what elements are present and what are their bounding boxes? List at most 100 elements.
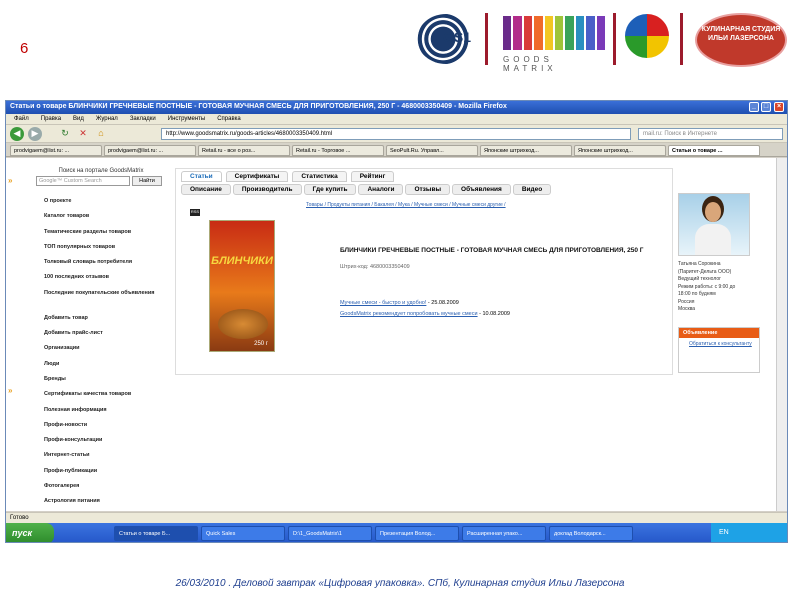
- taskbar-button[interactable]: Quick Sales: [201, 526, 285, 541]
- sidebar-item[interactable]: 100 последних отзывов: [36, 274, 166, 289]
- ad-box: Объявление Обратиться к консультанту: [678, 327, 760, 373]
- tab-rating[interactable]: Рейтинг: [350, 171, 395, 182]
- sidebar-item[interactable]: Профи-публикации: [36, 468, 166, 483]
- taskbar-button[interactable]: Статьи о товаре Б...: [114, 526, 198, 541]
- divider: [613, 13, 616, 65]
- close-button[interactable]: ×: [774, 102, 784, 112]
- taskbar-button[interactable]: D:\1_GoodsMatrix\1: [288, 526, 372, 541]
- sidebar-item[interactable]: ТОП популярных товаров: [36, 244, 166, 259]
- browser-tab[interactable]: Retail.ru - все о роз...: [198, 145, 290, 156]
- sidebar-item[interactable]: Интернет-статьи: [36, 452, 166, 467]
- menu-history[interactable]: Журнал: [96, 116, 118, 122]
- language-indicator[interactable]: EN: [719, 529, 729, 536]
- tab-statistics[interactable]: Статистика: [292, 171, 347, 182]
- color-bar: [513, 16, 522, 50]
- studio-logo: КУЛИНАРНАЯ СТУДИЯ ИЛЬИ ЛАЗЕРСОНА: [695, 13, 787, 67]
- sidebar-item[interactable]: Организации: [36, 345, 166, 360]
- maximize-button[interactable]: □: [761, 102, 771, 112]
- slide-footer: 26/03/2010 . Деловой завтрак «Цифровая у…: [175, 578, 625, 589]
- home-icon[interactable]: ⌂: [94, 127, 108, 141]
- sidebar-item[interactable]: Полезная информация: [36, 407, 166, 422]
- sidebar-item[interactable]: Фотогалерея: [36, 483, 166, 498]
- tab-analogs[interactable]: Аналоги: [358, 184, 404, 195]
- sidebar-search-input[interactable]: Google™ Custom Search: [36, 176, 130, 186]
- sidebar-item[interactable]: Добавить товар: [36, 315, 166, 330]
- tab-ads[interactable]: Объявления: [452, 184, 511, 195]
- system-tray: EN: [711, 523, 787, 542]
- page-content: » » Поиск на портале GoodsMatrix Google™…: [6, 158, 778, 511]
- start-button[interactable]: пуск: [6, 523, 54, 542]
- package-label: БЛИНЧИКИ: [211, 255, 273, 267]
- gs1-logo: GS1: [417, 14, 475, 64]
- expand-arrow-icon[interactable]: »: [8, 176, 12, 185]
- browser-tab[interactable]: Японские штрихкод...: [480, 145, 572, 156]
- reload-icon[interactable]: ↻: [58, 127, 72, 141]
- taskbar-button[interactable]: Расширенная упако...: [462, 526, 546, 541]
- taskbar: пуск Статьи о товаре Б... Quick Sales D:…: [6, 523, 787, 542]
- minimize-button[interactable]: _: [749, 102, 759, 112]
- expand-arrow-icon[interactable]: »: [8, 386, 12, 395]
- tab-description[interactable]: Описание: [181, 184, 231, 195]
- ad-title: Объявление: [679, 328, 759, 338]
- color-bar: [555, 16, 564, 50]
- menu-bar: Файл Правка Вид Журнал Закладки Инструме…: [6, 114, 787, 125]
- sidebar-search-title: Поиск на портале GoodsMatrix: [58, 168, 144, 174]
- window-title: Статьи о товаре БЛИНЧИКИ ГРЕЧНЕВЫЕ ПОСТН…: [10, 103, 507, 110]
- taskbar-button[interactable]: Презентация Волод...: [375, 526, 459, 541]
- taskbar-button[interactable]: доклад Володарск...: [549, 526, 633, 541]
- sidebar-item[interactable]: Тематические разделы товаров: [36, 229, 166, 244]
- menu-tools[interactable]: Инструменты: [168, 116, 205, 122]
- browser-tab-active[interactable]: Статьи о товаре ...: [668, 145, 760, 156]
- sidebar-item[interactable]: Сертификаты качества товаров: [36, 391, 166, 406]
- goods-matrix-text: GOODS MATRIX: [503, 55, 557, 73]
- tab-articles[interactable]: Статьи: [181, 171, 222, 182]
- sidebar-item[interactable]: О проекте: [36, 198, 166, 213]
- tab-reviews[interactable]: Отзывы: [405, 184, 451, 195]
- sidebar-item[interactable]: Каталог товаров: [36, 213, 166, 228]
- vertical-scrollbar[interactable]: [776, 158, 787, 511]
- menu-file[interactable]: Файл: [14, 116, 29, 122]
- consultant-line: Ведущий технолог: [678, 276, 721, 282]
- search-input[interactable]: mail.ru: Поиск в Интернете: [638, 128, 783, 140]
- url-input[interactable]: http://www.goodsmatrix.ru/goods-articles…: [161, 128, 631, 140]
- sidebar-item[interactable]: Профи-новости: [36, 422, 166, 437]
- menu-help[interactable]: Справка: [217, 116, 241, 122]
- article-link[interactable]: GoodsMatrix рекомендует попробовать мучн…: [340, 311, 478, 317]
- package-weight: 250 г: [254, 341, 268, 347]
- sidebar-item[interactable]: Добавить прайс-лист: [36, 330, 166, 345]
- forward-icon[interactable]: ▶: [28, 127, 42, 141]
- menu-bookmarks[interactable]: Закладки: [130, 116, 156, 122]
- tab-manufacturer[interactable]: Производитель: [232, 184, 302, 195]
- stop-icon[interactable]: ✕: [76, 127, 90, 141]
- sidebar-item[interactable]: Бренды: [36, 376, 166, 391]
- color-bar: [503, 16, 512, 50]
- sidebar-search-button[interactable]: Найти: [132, 176, 162, 186]
- sidebar-item[interactable]: Люди: [36, 361, 166, 376]
- color-bar: [544, 16, 554, 50]
- color-bar: [523, 16, 533, 50]
- breadcrumb[interactable]: Товары / Продукты питания / Бакалея / Му…: [306, 202, 506, 208]
- browser-tab[interactable]: SeoPult.Ru. Управл...: [386, 145, 478, 156]
- tab-where-to-buy[interactable]: Где купить: [303, 184, 357, 195]
- goods-matrix-logo: [503, 16, 606, 50]
- color-bar: [596, 16, 606, 50]
- tab-certificates[interactable]: Сертификаты: [225, 171, 289, 182]
- menu-view[interactable]: Вид: [73, 116, 84, 122]
- sidebar-item[interactable]: Толковый словарь потребителя: [36, 259, 166, 274]
- menu-edit[interactable]: Правка: [41, 116, 61, 122]
- tab-video[interactable]: Видео: [512, 184, 552, 195]
- divider: [680, 13, 683, 65]
- browser-tab[interactable]: Retail.ru - Торговое ...: [292, 145, 384, 156]
- sidebar-item[interactable]: Последние покупательские объявления: [36, 290, 166, 315]
- article-link[interactable]: Мучные смеси - быстро и удобно!: [340, 300, 426, 306]
- browser-tab[interactable]: prodvigaem@list.ru: ...: [10, 145, 102, 156]
- color-bar: [575, 16, 585, 50]
- sidebar-item[interactable]: Профи-консультации: [36, 437, 166, 452]
- browser-tab[interactable]: Японские штрихкод...: [574, 145, 666, 156]
- back-icon[interactable]: ◀: [10, 127, 24, 141]
- product-image: БЛИНЧИКИ 250 г: [209, 220, 275, 352]
- consultant-name: Татьяна Сорокина: [678, 261, 721, 267]
- rss-icon[interactable]: RSS: [190, 209, 200, 216]
- contact-consultant-link[interactable]: Обратиться к консультанту: [679, 338, 759, 347]
- browser-tab[interactable]: prodvigaem@list.ru: ...: [104, 145, 196, 156]
